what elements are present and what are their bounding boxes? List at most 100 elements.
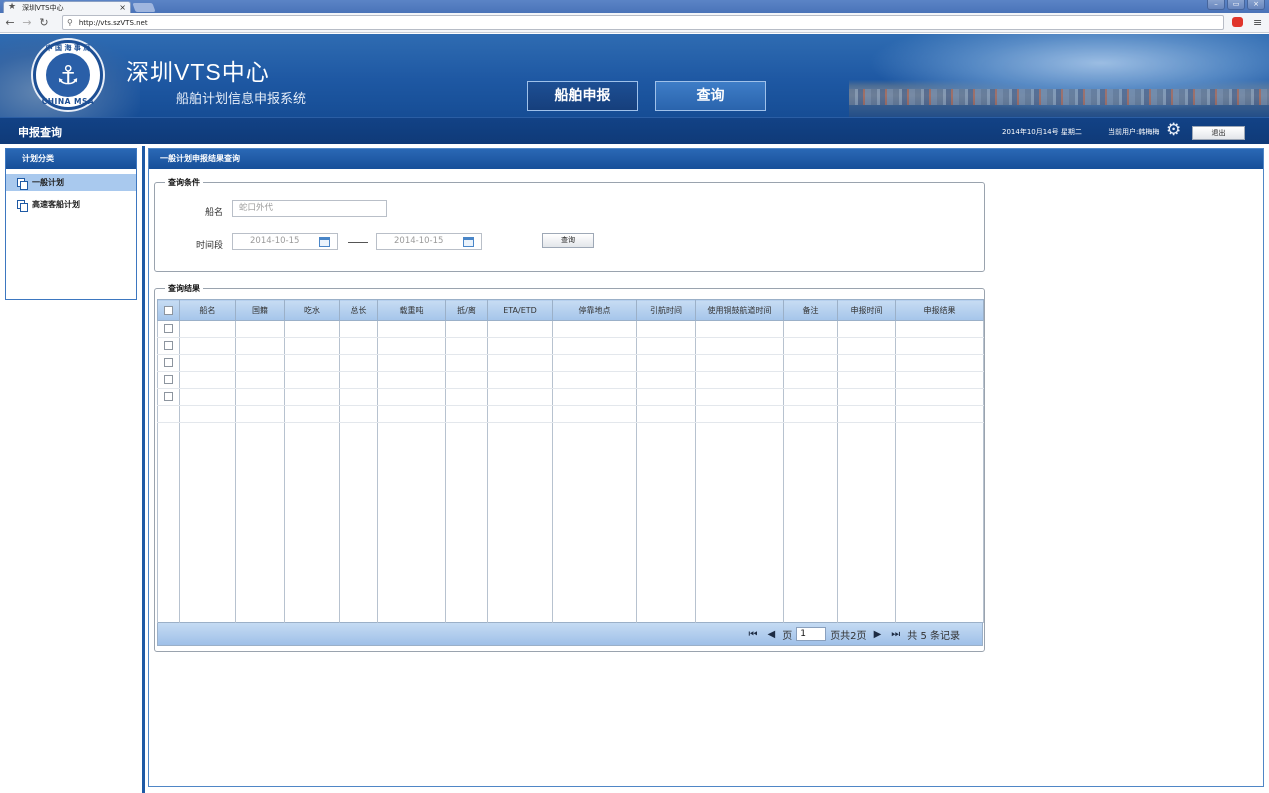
logo-emblem: ⚓ (44, 51, 92, 99)
site-title: 深圳VTS中心 (126, 59, 270, 85)
column-header[interactable]: 国籍 (235, 299, 285, 321)
sidebar-item-label: 一般计划 (32, 178, 64, 187)
documents-icon (17, 177, 28, 190)
table-cell (636, 320, 696, 338)
table-cell (837, 388, 896, 406)
results-table: 船名 国籍 吃水 总长 载重吨 抵/离 ETA/ETD 停靠地点 引航时间 使用… (157, 299, 984, 623)
record-count: 共 5 条记录 (907, 630, 960, 642)
column-header[interactable]: 备注 (783, 299, 838, 321)
table-cell (636, 388, 696, 406)
maximize-button[interactable]: ▭ (1227, 0, 1245, 10)
table-cell (487, 405, 553, 423)
ship-name-input[interactable]: 蛇口外代 (232, 200, 387, 217)
back-icon[interactable]: ← (3, 16, 17, 29)
row-checkbox[interactable] (164, 375, 173, 384)
table-cell (552, 371, 637, 389)
minimize-button[interactable]: – (1207, 0, 1225, 10)
table-cell (695, 388, 784, 406)
table-cell (487, 354, 553, 372)
table-cell (179, 354, 236, 372)
column-header[interactable]: 总长 (339, 299, 378, 321)
extension-icon[interactable] (1232, 17, 1243, 27)
column-header[interactable]: 申报结果 (895, 299, 984, 321)
sidebar-item-general-plan[interactable]: 一般计划 (6, 174, 136, 191)
last-page-icon[interactable]: ⏭ (891, 629, 900, 640)
table-cell (179, 388, 236, 406)
table-cell (695, 320, 784, 338)
query-legend: 查询条件 (165, 177, 203, 188)
row-checkbox[interactable] (164, 324, 173, 333)
row-select-cell (157, 388, 180, 406)
table-cell (445, 320, 488, 338)
column-header[interactable]: 船名 (179, 299, 236, 321)
column-header[interactable]: 使用铜鼓航道时间 (695, 299, 784, 321)
table-cell (487, 337, 553, 355)
table-cell (179, 422, 236, 623)
table-cell (695, 337, 784, 355)
column-header[interactable]: 载重吨 (377, 299, 446, 321)
forward-icon[interactable]: → (20, 16, 34, 29)
row-checkbox[interactable] (164, 392, 173, 401)
new-tab-button[interactable] (132, 3, 156, 12)
date-to-input[interactable]: 2014-10-15 (376, 233, 482, 250)
query-results: 查询结果 船名 国籍 吃水 总长 载重吨 抵/离 ETA/ETD 停靠地点 引航… (154, 283, 985, 652)
table-cell (284, 371, 340, 389)
table-cell (445, 422, 488, 623)
table-row[interactable] (157, 388, 984, 406)
column-header[interactable]: 引航时间 (636, 299, 696, 321)
first-page-icon[interactable]: ⏮ (748, 629, 757, 640)
table-row[interactable] (157, 320, 984, 338)
table-row[interactable] (157, 337, 984, 355)
sidebar-item-label: 高速客船计划 (32, 200, 80, 209)
select-all-checkbox[interactable] (164, 305, 173, 315)
search-button[interactable]: 查询 (542, 233, 594, 248)
table-cell (636, 354, 696, 372)
column-header[interactable]: 吃水 (284, 299, 340, 321)
table-cell (837, 371, 896, 389)
table-cell (377, 405, 446, 423)
page-number-input[interactable]: 1 (796, 627, 827, 641)
table-cell (636, 405, 696, 423)
column-header[interactable]: 停靠地点 (552, 299, 637, 321)
previous-page-icon[interactable]: ◀ (767, 629, 775, 640)
nav-tab-ship-declaration[interactable]: 船舶申报 (527, 81, 638, 111)
nav-tab-query[interactable]: 查询 (655, 81, 766, 111)
browser-toolbar: ← → ↻ ⚲ http://vts.szVTS.net ≡ (0, 13, 1269, 33)
table-row[interactable] (157, 371, 984, 389)
column-header[interactable]: ETA/ETD (487, 299, 553, 321)
gear-icon[interactable]: ⚙ (1166, 121, 1181, 139)
table-cell (284, 337, 340, 355)
column-header[interactable]: 申报时间 (837, 299, 896, 321)
column-header[interactable]: 抵/离 (445, 299, 488, 321)
calendar-icon[interactable] (463, 237, 474, 247)
logout-button[interactable]: 退出 (1192, 126, 1245, 140)
reload-icon[interactable]: ↻ (37, 16, 51, 29)
table-row[interactable] (157, 405, 984, 423)
browser-tab[interactable]: ★ 深圳VTS中心 × (3, 1, 131, 13)
close-window-button[interactable]: × (1247, 0, 1265, 10)
table-cell (552, 388, 637, 406)
date-from-input[interactable]: 2014-10-15 (232, 233, 338, 250)
table-cell (339, 354, 378, 372)
close-tab-icon[interactable]: × (119, 3, 126, 12)
current-date: 2014年10月14号 星期二 (1002, 128, 1082, 136)
table-cell (377, 422, 446, 623)
row-checkbox[interactable] (164, 358, 173, 367)
url-text: http://vts.szVTS.net (78, 18, 148, 27)
table-row[interactable] (157, 354, 984, 372)
sidebar-heading: 计划分类 (6, 149, 136, 169)
table-cell (552, 320, 637, 338)
table-cell (339, 422, 378, 623)
table-cell (377, 354, 446, 372)
calendar-icon[interactable] (319, 237, 330, 247)
table-cell (235, 320, 285, 338)
row-checkbox[interactable] (164, 341, 173, 350)
sidebar-item-highspeed-plan[interactable]: 高速客船计划 (6, 196, 136, 213)
sidebar-divider (142, 146, 145, 793)
select-all-header[interactable] (157, 299, 180, 321)
next-page-icon[interactable]: ▶ (874, 629, 882, 640)
menu-icon[interactable]: ≡ (1253, 16, 1262, 29)
table-cell (445, 371, 488, 389)
address-bar[interactable]: ⚲ http://vts.szVTS.net (62, 15, 1224, 30)
site-subtitle: 船舶计划信息申报系统 (176, 92, 307, 107)
